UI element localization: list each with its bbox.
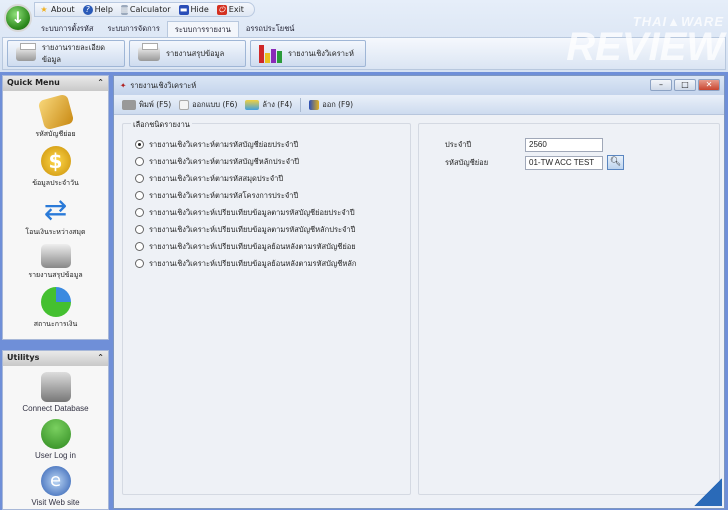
radio-button[interactable] [135, 191, 144, 200]
tab-reports[interactable]: ระบบการรายงาน [166, 21, 239, 37]
report-type-option[interactable]: รายงานเชิงวิเคราะห์เปรียบเทียบข้อมูลตามร… [123, 221, 410, 238]
option-label: รายงานเชิงวิเคราะห์ตามรหัสโครงการประจำปี [149, 190, 299, 200]
about-button[interactable]: ★ About [39, 4, 74, 15]
radio-button[interactable] [135, 140, 144, 149]
pie-chart-icon [40, 287, 71, 317]
close-button[interactable]: ✕ [698, 79, 720, 91]
maximize-button[interactable]: □ [674, 79, 696, 91]
toolbar-separator [300, 97, 302, 112]
search-icon: 🔍︎ [609, 157, 622, 167]
option-label: รายงานเชิงวิเคราะห์เปรียบเทียบข้อมูลตามร… [149, 207, 355, 217]
year-label: ประจำปี [445, 140, 472, 149]
option-label: รายงานเชิงวิเคราะห์ตามรหัสบัญชีหลักประจำ… [149, 156, 300, 166]
database-icon [40, 372, 71, 402]
calculator-icon: ▤ [120, 4, 129, 15]
utility-connect-database[interactable]: Connect Database [3, 372, 108, 413]
report-type-option[interactable]: รายงานเชิงวิเคราะห์ตามรหัสโครงการประจำปี [123, 187, 410, 204]
browser-icon: e [40, 466, 71, 496]
printer-icon [40, 244, 71, 268]
refresh-arrows-icon: ⇄ [43, 193, 68, 226]
exit-button[interactable]: ⏻ Exit [216, 4, 244, 15]
ribbon-panel: รายงานรายละเอียดข้อมูล รายงานสรุปข้อมูล … [2, 37, 726, 70]
printer-icon [122, 99, 136, 110]
radio-button[interactable] [135, 157, 144, 166]
power-icon: ⏻ [216, 4, 227, 15]
report-type-group: เลือกชนิดรายงาน รายงานเชิงวิเคราะห์ตามรห… [122, 119, 411, 495]
year-input[interactable]: 2560 [525, 138, 603, 152]
option-label: รายงานเชิงวิเคราะห์เปรียบเทียบข้อมูลย้อน… [149, 258, 357, 268]
ribbon-area: ↓ ★ About ? Help ▤ Calculator ▬ Hide ⏻ Exit ร… [0, 0, 728, 72]
report-type-option[interactable]: รายงานเชิงวิเคราะห์ตามรหัสบัญชีหลักประจำ… [123, 153, 410, 170]
report-type-option[interactable]: รายงานเชิงวิเคราะห์ตามรหัสบัญชีย่อยประจำ… [123, 136, 410, 153]
edit-document-icon [37, 93, 74, 131]
radio-button[interactable] [135, 225, 144, 234]
tab-code-setup[interactable]: ระบบการตั้งรหัส [34, 21, 100, 37]
window-icon: ✦ [120, 81, 127, 90]
option-label: รายงานเชิงวิเคราะห์เปรียบเทียบข้อมูลตามร… [149, 224, 356, 234]
exit-button[interactable]: ออก (F9) [309, 99, 353, 111]
radio-button[interactable] [135, 259, 144, 268]
summary-report-button[interactable]: รายงานสรุปข้อมูล [129, 40, 246, 67]
resize-grip-icon[interactable] [694, 478, 722, 506]
minimize-button[interactable]: – [650, 79, 672, 91]
analytic-report-window: ✦ รายงานเชิงวิเคราะห์ – □ ✕ พิมพ์ (F5) ออก… [113, 75, 725, 509]
calculator-button[interactable]: ▤ Calculator [120, 4, 171, 15]
monitor-icon: ▬ [178, 4, 189, 15]
account-label: รหัสบัญชีย่อย [445, 157, 489, 167]
detail-report-button[interactable]: รายงานรายละเอียดข้อมูล [7, 40, 125, 67]
quick-menu-item-transfer[interactable]: ⇄ โอนเงินระหว่างสมุด [3, 195, 108, 238]
option-label: รายงานเชิงวิเคราะห์ตามรหัสบัญชีย่อยประจำ… [149, 139, 299, 149]
ribbon-tabs: ระบบการตั้งรหัส ระบบการจัดการ ระบบการราย… [34, 21, 301, 37]
account-input[interactable]: 01-TW ACC TEST [525, 155, 603, 170]
utility-user-log-in[interactable]: User Log in [3, 419, 108, 460]
quick-menu-item-financial-status[interactable]: สถานะการเงิน [3, 287, 108, 330]
help-icon: ? [82, 4, 93, 15]
report-parameters-group: ประจำปี 2560 รหัสบัญชีย่อย 01-TW ACC TEST 🔍… [418, 123, 720, 495]
help-button[interactable]: ? Help [82, 4, 113, 15]
collapse-icon[interactable]: ⌃ [97, 78, 104, 89]
app-menu-button[interactable]: ↓ [4, 4, 32, 32]
utility-visit-web-site[interactable]: e Visit Web site [3, 466, 108, 507]
utilitys-header[interactable]: Utilitys ⌃ [3, 351, 108, 366]
report-type-option[interactable]: รายงานเชิงวิเคราะห์เปรียบเทียบข้อมูลย้อน… [123, 255, 410, 272]
bar-chart-icon [259, 44, 282, 63]
analytic-report-button[interactable]: รายงานเชิงวิเคราะห์ [250, 40, 366, 67]
tab-management[interactable]: ระบบการจัดการ [100, 21, 166, 37]
radio-button[interactable] [135, 208, 144, 217]
design-button[interactable]: ออกแบบ (F6) [179, 99, 237, 111]
quick-menu-item-daily-data[interactable]: $ ข้อมูลประจำวัน [3, 146, 108, 189]
report-type-option[interactable]: รายงานเชิงวิเคราะห์ตามรหัสสมุดประจำปี [123, 170, 410, 187]
printer-icon [138, 42, 160, 61]
report-type-option[interactable]: รายงานเชิงวิเคราะห์เปรียบเทียบข้อมูลย้อน… [123, 238, 410, 255]
quick-menu-item-summary-report[interactable]: รายงานสรุปข้อมูล [3, 244, 108, 281]
option-label: รายงานเชิงวิเคราะห์ตามรหัสสมุดประจำปี [149, 173, 284, 183]
search-account-button[interactable]: 🔍︎ [607, 155, 624, 170]
utilitys-panel: Utilitys ⌃ Connect Database User Log in e… [2, 350, 109, 510]
exit-door-icon [309, 99, 320, 110]
window-titlebar: ✦ รายงานเชิงวิเคราะห์ – □ ✕ [114, 76, 724, 95]
hide-button[interactable]: ▬ Hide [178, 4, 209, 15]
quick-menu-item-sub-account[interactable]: รหัสบัญชีย่อย [3, 93, 108, 140]
quick-access-toolbar: ★ About ? Help ▤ Calculator ▬ Hide ⏻ Exit [34, 2, 255, 17]
eraser-icon [245, 99, 260, 110]
document-icon [179, 99, 190, 110]
collapse-icon[interactable]: ⌃ [97, 353, 104, 364]
tab-utilities[interactable]: อรรถประโยชน์ [239, 21, 302, 37]
quick-menu-panel: Quick Menu ⌃ รหัสบัญชีย่อย $ ข้อมูลประจำวั… [2, 75, 109, 340]
option-label: รายงานเชิงวิเคราะห์เปรียบเทียบข้อมูลย้อน… [149, 241, 356, 251]
printer-icon [16, 42, 36, 61]
radio-button[interactable] [135, 174, 144, 183]
radio-button[interactable] [135, 242, 144, 251]
print-button[interactable]: พิมพ์ (F5) [122, 99, 171, 111]
user-clock-icon [40, 419, 71, 449]
report-type-option[interactable]: รายงานเชิงวิเคราะห์เปรียบเทียบข้อมูลตามร… [123, 204, 410, 221]
quick-menu-header[interactable]: Quick Menu ⌃ [3, 76, 108, 91]
star-icon: ★ [40, 4, 48, 14]
window-toolbar: พิมพ์ (F5) ออกแบบ (F6) ล้าง (F4) ออก (F9… [114, 95, 724, 115]
dollar-coin-icon: $ [40, 146, 71, 176]
clear-button[interactable]: ล้าง (F4) [245, 99, 292, 111]
